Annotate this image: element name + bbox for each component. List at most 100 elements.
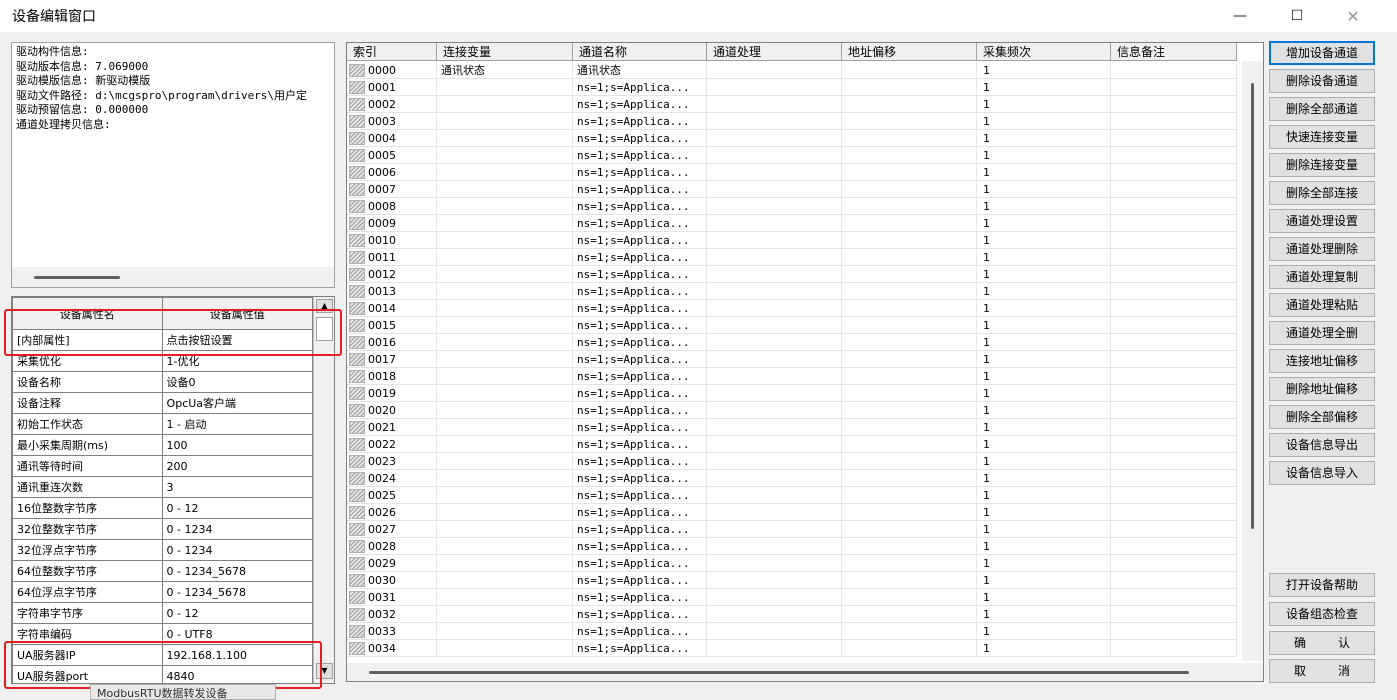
table-row[interactable]: 0022 ns=1;s=Applica... 1	[347, 436, 1237, 453]
property-value[interactable]: 200	[161, 455, 314, 477]
scroll-thumb[interactable]	[369, 671, 1189, 674]
property-row[interactable]: 64位整数字节序 0 - 1234_5678	[12, 560, 314, 582]
delete-connect-variable-button[interactable]: 删除连接变量	[1269, 153, 1375, 177]
cell-index: 0025	[347, 487, 437, 504]
property-row[interactable]: 初始工作状态 1 - 启动	[12, 413, 314, 435]
export-device-info-button[interactable]: 设备信息导出	[1269, 433, 1375, 457]
table-row[interactable]: 0024 ns=1;s=Applica... 1	[347, 470, 1237, 487]
table-row[interactable]: 0030 ns=1;s=Applica... 1	[347, 572, 1237, 589]
property-value[interactable]: 0 - 12	[161, 602, 314, 624]
property-row[interactable]: 最小采集周期(ms) 100	[12, 434, 314, 456]
quick-connect-variable-button[interactable]: 快速连接变量	[1269, 125, 1375, 149]
cancel-button[interactable]: 取 消	[1269, 659, 1375, 683]
property-row[interactable]: 通讯等待时间 200	[12, 455, 314, 477]
delete-all-connections-button[interactable]: 删除全部连接	[1269, 181, 1375, 205]
connect-address-offset-button[interactable]: 连接地址偏移	[1269, 349, 1375, 373]
device-config-check-button[interactable]: 设备组态检查	[1269, 602, 1375, 626]
table-row[interactable]: 0003 ns=1;s=Applica... 1	[347, 113, 1237, 130]
table-row[interactable]: 0023 ns=1;s=Applica... 1	[347, 453, 1237, 470]
maximize-icon[interactable]: ☐	[1272, 0, 1322, 32]
property-value[interactable]: 3	[161, 476, 314, 498]
property-row[interactable]: 16位整数字节序 0 - 12	[12, 497, 314, 519]
close-icon[interactable]: ✕	[1328, 0, 1378, 32]
property-row[interactable]: 字符串字节序 0 - 12	[12, 602, 314, 624]
table-row[interactable]: 0007 ns=1;s=Applica... 1	[347, 181, 1237, 198]
table-row[interactable]: 0017 ns=1;s=Applica... 1	[347, 351, 1237, 368]
column-header-index[interactable]: 索引	[347, 43, 437, 61]
table-row[interactable]: 0000 通讯状态 通讯状态 1	[347, 62, 1237, 79]
table-row[interactable]: 0026 ns=1;s=Applica... 1	[347, 504, 1237, 521]
table-row[interactable]: 0009 ns=1;s=Applica... 1	[347, 215, 1237, 232]
grid-horizontal-scrollbar[interactable]	[347, 663, 1263, 681]
table-row[interactable]: 0031 ns=1;s=Applica... 1	[347, 589, 1237, 606]
property-value[interactable]: 1 - 启动	[161, 413, 314, 435]
table-row[interactable]: 0033 ns=1;s=Applica... 1	[347, 623, 1237, 640]
property-value[interactable]: 100	[161, 434, 314, 456]
open-device-help-button[interactable]: 打开设备帮助	[1269, 573, 1375, 597]
property-row[interactable]: 通讯重连次数 3	[12, 476, 314, 498]
table-row[interactable]: 0016 ns=1;s=Applica... 1	[347, 334, 1237, 351]
table-row[interactable]: 0012 ns=1;s=Applica... 1	[347, 266, 1237, 283]
column-header-remark[interactable]: 信息备注	[1111, 43, 1237, 61]
background-device-tab[interactable]: ModbusRTU数据转发设备	[90, 684, 276, 700]
channel-processing-delete-button[interactable]: 通道处理删除	[1269, 237, 1375, 261]
table-row[interactable]: 0025 ns=1;s=Applica... 1	[347, 487, 1237, 504]
cell-variable	[437, 266, 573, 283]
column-header-channel-name[interactable]: 通道名称	[573, 43, 707, 61]
channel-processing-paste-button[interactable]: 通道处理粘贴	[1269, 293, 1375, 317]
table-row[interactable]: 0001 ns=1;s=Applica... 1	[347, 79, 1237, 96]
column-header-frequency[interactable]: 采集频次	[977, 43, 1111, 61]
channel-processing-settings-button[interactable]: 通道处理设置	[1269, 209, 1375, 233]
table-row[interactable]: 0032 ns=1;s=Applica... 1	[347, 606, 1237, 623]
property-value[interactable]: 0 - 1234	[161, 539, 314, 561]
delete-address-offset-button[interactable]: 删除地址偏移	[1269, 377, 1375, 401]
property-row[interactable]: 64位浮点字节序 0 - 1234_5678	[12, 581, 314, 603]
scroll-thumb[interactable]	[34, 276, 120, 279]
table-row[interactable]: 0006 ns=1;s=Applica... 1	[347, 164, 1237, 181]
table-row[interactable]: 0015 ns=1;s=Applica... 1	[347, 317, 1237, 334]
add-channel-button[interactable]: 增加设备通道	[1269, 41, 1375, 65]
delete-all-channels-button[interactable]: 删除全部通道	[1269, 97, 1375, 121]
column-header-variable[interactable]: 连接变量	[437, 43, 573, 61]
table-row[interactable]: 0005 ns=1;s=Applica... 1	[347, 147, 1237, 164]
table-row[interactable]: 0027 ns=1;s=Applica... 1	[347, 521, 1237, 538]
table-row[interactable]: 0029 ns=1;s=Applica... 1	[347, 555, 1237, 572]
confirm-button[interactable]: 确 认	[1269, 631, 1375, 655]
table-row[interactable]: 0028 ns=1;s=Applica... 1	[347, 538, 1237, 555]
channel-processing-delete-all-button[interactable]: 通道处理全删	[1269, 321, 1375, 345]
minimize-icon[interactable]: —	[1215, 0, 1265, 32]
table-row[interactable]: 0011 ns=1;s=Applica... 1	[347, 249, 1237, 266]
scroll-thumb[interactable]	[1251, 83, 1254, 529]
property-value[interactable]: 0 - 12	[161, 497, 314, 519]
property-value[interactable]: OpcUa客户端	[161, 392, 314, 414]
table-row[interactable]: 0019 ns=1;s=Applica... 1	[347, 385, 1237, 402]
delete-all-offsets-button[interactable]: 删除全部偏移	[1269, 405, 1375, 429]
info-horizontal-scrollbar[interactable]	[12, 267, 334, 287]
channel-processing-copy-button[interactable]: 通道处理复制	[1269, 265, 1375, 289]
table-row[interactable]: 0021 ns=1;s=Applica... 1	[347, 419, 1237, 436]
property-value[interactable]: 0 - 1234	[161, 518, 314, 540]
table-row[interactable]: 0004 ns=1;s=Applica... 1	[347, 130, 1237, 147]
delete-channel-button[interactable]: 删除设备通道	[1269, 69, 1375, 93]
driver-info-textarea[interactable]: 驱动构件信息: 驱动版本信息: 7.069000 驱动模版信息: 新驱动模版 驱…	[11, 42, 335, 288]
property-value[interactable]: 0 - 1234_5678	[161, 581, 314, 603]
cell-channel-name: ns=1;s=Applica...	[573, 470, 707, 487]
table-row[interactable]: 0013 ns=1;s=Applica... 1	[347, 283, 1237, 300]
grid-vertical-scrollbar[interactable]	[1242, 61, 1263, 661]
property-row[interactable]: 32位浮点字节序 0 - 1234	[12, 539, 314, 561]
column-header-processing[interactable]: 通道处理	[707, 43, 842, 61]
table-row[interactable]: 0034 ns=1;s=Applica... 1	[347, 640, 1237, 657]
table-row[interactable]: 0018 ns=1;s=Applica... 1	[347, 368, 1237, 385]
property-value[interactable]: 设备0	[161, 371, 314, 393]
table-row[interactable]: 0010 ns=1;s=Applica... 1	[347, 232, 1237, 249]
import-device-info-button[interactable]: 设备信息导入	[1269, 461, 1375, 485]
table-row[interactable]: 0020 ns=1;s=Applica... 1	[347, 402, 1237, 419]
property-row[interactable]: 32位整数字节序 0 - 1234	[12, 518, 314, 540]
table-row[interactable]: 0002 ns=1;s=Applica... 1	[347, 96, 1237, 113]
property-value[interactable]: 0 - 1234_5678	[161, 560, 314, 582]
table-row[interactable]: 0014 ns=1;s=Applica... 1	[347, 300, 1237, 317]
column-header-address-offset[interactable]: 地址偏移	[842, 43, 977, 61]
table-row[interactable]: 0008 ns=1;s=Applica... 1	[347, 198, 1237, 215]
property-row[interactable]: 设备名称 设备0	[12, 371, 314, 393]
property-row[interactable]: 设备注释 OpcUa客户端	[12, 392, 314, 414]
